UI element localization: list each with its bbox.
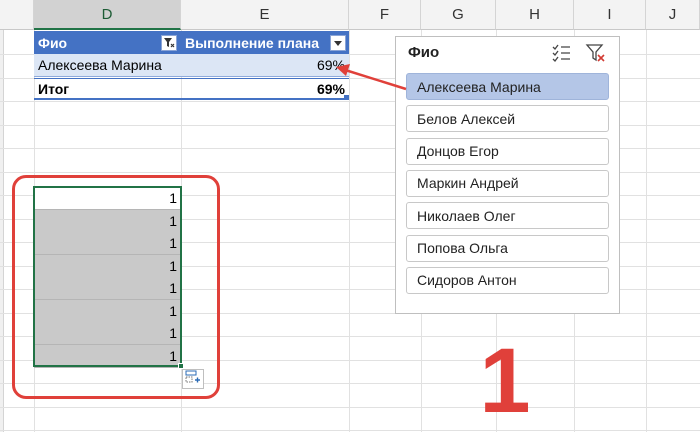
clear-filter-icon[interactable]	[585, 42, 607, 69]
pivot-header-value-label: Выполнение плана	[185, 34, 319, 51]
slicer-item[interactable]: Алексеева Марина	[406, 73, 609, 100]
annotation-number: 1	[479, 330, 531, 432]
pivot-row-name: Алексеева Марина	[38, 57, 162, 73]
column-header-blank	[0, 0, 34, 30]
pivot-row[interactable]: Алексеева Марина 69%	[34, 54, 349, 77]
column-header-d[interactable]: D	[34, 0, 181, 30]
slicer-title: Фио	[408, 44, 440, 61]
dropdown-arrow-icon[interactable]	[330, 34, 346, 51]
column-header-i[interactable]: I	[574, 0, 646, 30]
filter-applied-icon[interactable]	[161, 34, 177, 51]
pivot-header-value: Выполнение плана	[181, 31, 349, 54]
slicer-panel[interactable]: Фио Алексеева Марина Белов Алексей Донцов …	[395, 36, 620, 314]
slicer-item[interactable]: Николаев Олег	[406, 202, 609, 230]
annotation-arrow	[336, 64, 407, 91]
slicer-item[interactable]: Сидоров Антон	[406, 266, 609, 294]
column-header-h[interactable]: H	[496, 0, 574, 30]
slicer-item[interactable]: Донцов Егор	[406, 137, 609, 165]
column-header-g[interactable]: G	[421, 0, 496, 30]
slicer-item[interactable]: Попова Ольга	[406, 234, 609, 262]
annotation-highlight-box	[12, 175, 220, 399]
column-header-f[interactable]: F	[349, 0, 421, 30]
pivot-header-name-label: Фио	[38, 34, 68, 51]
row-header-strip	[0, 30, 4, 432]
pivot-total-row[interactable]: Итог 69%	[34, 78, 349, 100]
multiselect-icon[interactable]	[551, 43, 571, 68]
slicer-item[interactable]: Белов Алексей	[406, 105, 609, 133]
grid-row-line	[0, 430, 700, 431]
pivot-header-name: Фио	[34, 31, 181, 54]
column-header-e[interactable]: E	[181, 0, 349, 30]
slicer-item[interactable]: Маркин Андрей	[406, 169, 609, 197]
pivot-total-label: Итог	[38, 80, 70, 97]
column-header-j[interactable]: J	[646, 0, 700, 30]
pivot-resize-handle[interactable]	[344, 95, 349, 100]
grid-row-line	[0, 407, 700, 408]
grid-column-line	[646, 30, 647, 432]
